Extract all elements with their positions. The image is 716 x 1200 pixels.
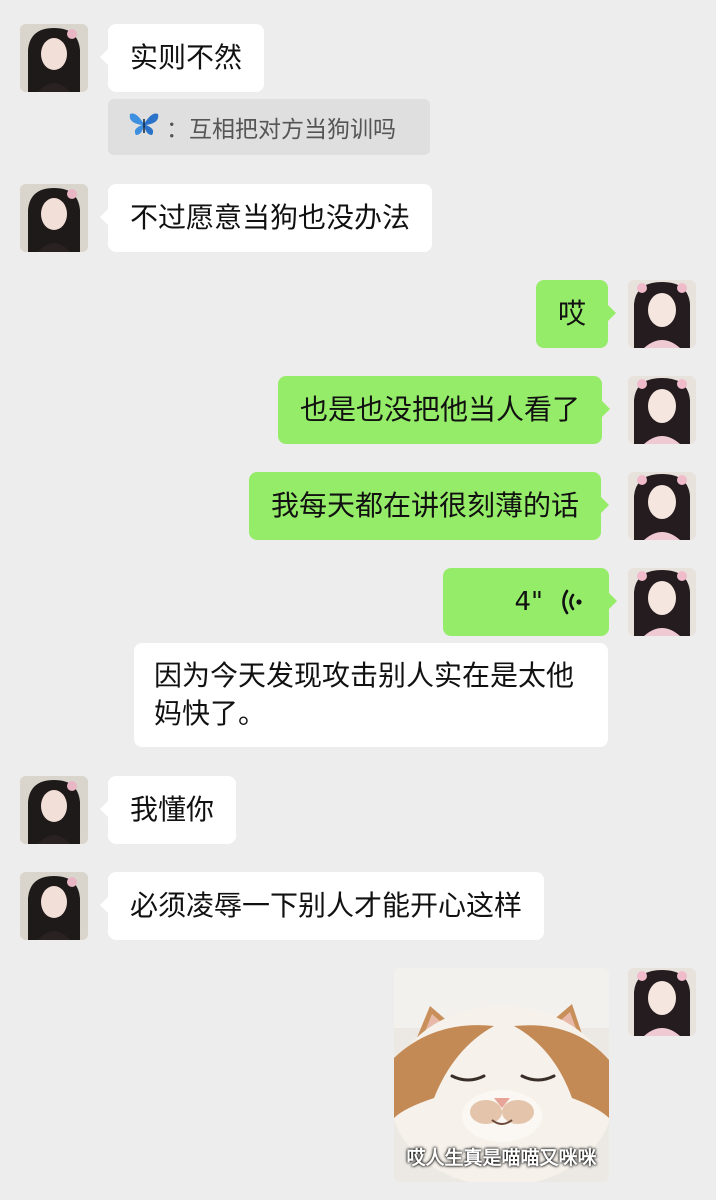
message-bubble[interactable]: 也是也没把他当人看了 <box>278 376 611 444</box>
message-bubble[interactable]: 实则不然 <box>99 24 265 92</box>
transcript-line: 因为今天发现攻击别人实在是太他 <box>154 659 575 692</box>
message-bubble[interactable]: 哎 <box>536 280 617 348</box>
avatar-image <box>20 184 88 252</box>
my-avatar[interactable] <box>628 280 696 348</box>
contact-avatar[interactable] <box>20 184 88 252</box>
avatar-image <box>628 280 696 348</box>
my-avatar[interactable] <box>628 376 696 444</box>
avatar-image <box>628 472 696 540</box>
quote-text: 互相把对方当狗训吗 <box>189 117 396 143</box>
message-text: 不过愿意当狗也没办法 <box>130 201 411 234</box>
voice-transcript[interactable]: 因为今天发现攻击别人实在是太他 妈快了。 <box>134 643 608 747</box>
message-text: 实则不然 <box>130 41 243 74</box>
avatar-image <box>20 776 88 844</box>
avatar-image <box>628 376 696 444</box>
avatar-image <box>20 24 88 92</box>
butterfly-icon <box>128 111 160 143</box>
voice-message[interactable]: 4" <box>443 568 617 636</box>
sticker-caption: 哎人生真是喵喵又咪咪 <box>406 1147 597 1169</box>
quoted-message[interactable]: ： 互相把对方当狗训吗 <box>108 99 430 155</box>
message-bubble[interactable]: 我每天都在讲很刻薄的话 <box>249 472 610 540</box>
avatar-image <box>20 872 88 940</box>
message-text: 哎 <box>558 297 587 330</box>
my-avatar[interactable] <box>628 472 696 540</box>
voice-wave-icon <box>561 588 583 620</box>
contact-avatar[interactable] <box>20 872 88 940</box>
contact-avatar[interactable] <box>20 24 88 92</box>
cat-sticker[interactable]: 哎人生真是喵喵又咪咪 <box>394 968 609 1182</box>
avatar-image <box>628 568 696 636</box>
message-text: 也是也没把他当人看了 <box>300 393 581 426</box>
message-text: 我每天都在讲很刻薄的话 <box>271 489 580 522</box>
message-text: 必须凌辱一下别人才能开心这样 <box>130 889 523 922</box>
my-avatar[interactable] <box>628 968 696 1036</box>
avatar-image <box>628 968 696 1036</box>
message-bubble[interactable]: 不过愿意当狗也没办法 <box>99 184 433 252</box>
voice-duration: 4" <box>514 587 543 617</box>
message-bubble[interactable]: 必须凌辱一下别人才能开心这样 <box>99 872 545 940</box>
transcript-line: 妈快了。 <box>154 697 267 730</box>
message-bubble[interactable]: 我懂你 <box>99 776 237 844</box>
my-avatar[interactable] <box>628 568 696 636</box>
contact-avatar[interactable] <box>20 776 88 844</box>
message-text: 我懂你 <box>130 793 215 826</box>
quote-separator: ： <box>166 117 189 143</box>
